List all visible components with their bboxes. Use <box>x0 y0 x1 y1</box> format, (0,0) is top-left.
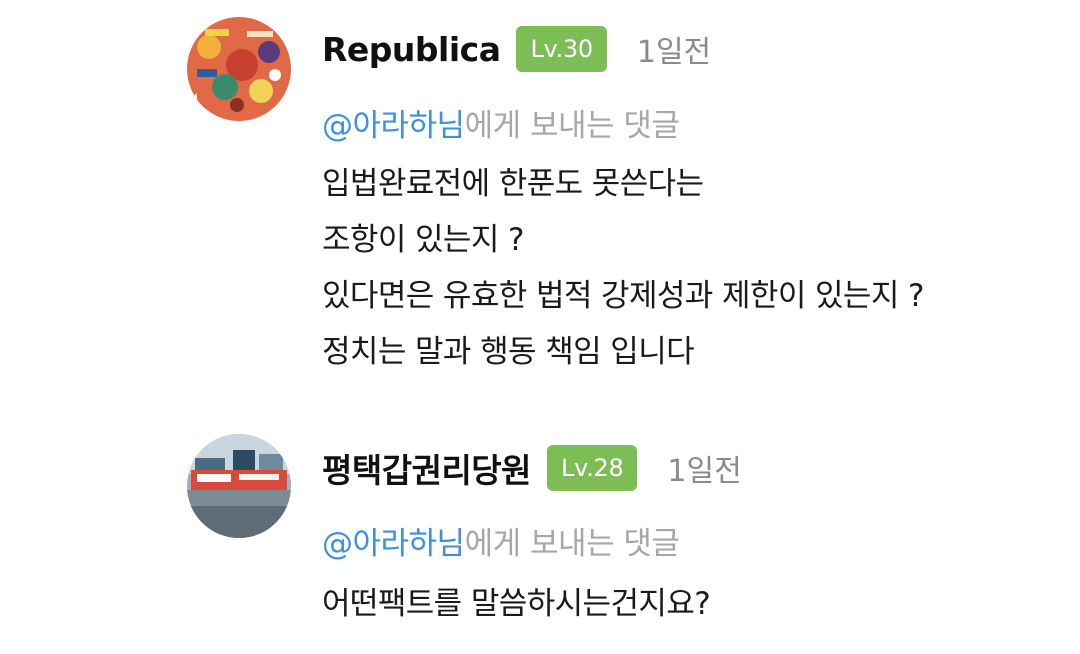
comment-body: 어떤팩트를 말씀하시는건지요? <box>322 576 711 632</box>
level-badge: Lv.30 <box>516 26 607 72</box>
comment-header: Republica Lv.30 1일전 <box>322 23 711 75</box>
comment-text-line: 입법완료전에 한푼도 못쓴다는 <box>322 166 704 202</box>
avatar-image <box>187 17 291 121</box>
avatar-image <box>187 434 291 538</box>
comment-body: 입법완료전에 한푼도 못쓴다는 조항이 있는지 ? 있다면은 유효한 법적 강제… <box>322 156 924 380</box>
level-badge: Lv.28 <box>547 445 638 491</box>
username[interactable]: Republica <box>322 30 501 69</box>
comment-text-line: 있다면은 유효한 법적 강제성과 제한이 있는지 ? <box>322 278 924 314</box>
mention-link[interactable]: @아라하님 <box>322 108 465 144</box>
comment-text-line: 정치는 말과 행동 책임 입니다 <box>322 334 695 370</box>
reply-target: @아라하님에게 보내는 댓글 <box>322 100 680 145</box>
user-avatar[interactable] <box>187 17 291 121</box>
comment-text-line: 조항이 있는지 ? <box>322 222 524 258</box>
reply-target: @아라하님에게 보내는 댓글 <box>322 518 680 563</box>
user-avatar[interactable] <box>187 434 291 538</box>
reply-label: 에게 보내는 댓글 <box>464 526 680 562</box>
mention-link[interactable]: @아라하님 <box>322 526 465 562</box>
timestamp: 1일전 <box>667 454 742 489</box>
timestamp: 1일전 <box>636 35 712 70</box>
comment-text-line: 어떤팩트를 말씀하시는건지요? <box>322 586 711 622</box>
username[interactable]: 평택갑권리당원 <box>322 444 532 492</box>
reply-label: 에게 보내는 댓글 <box>464 108 680 144</box>
comment-header: 평택갑권리당원 Lv.28 1일전 <box>322 442 742 494</box>
